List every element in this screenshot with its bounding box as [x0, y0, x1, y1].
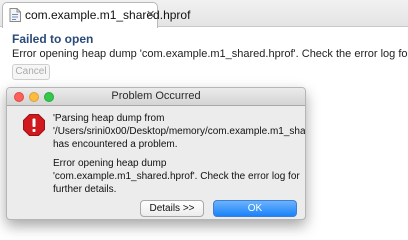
dialog-message-primary: 'Parsing heap dump from '/Users/srini0x0…: [53, 113, 306, 150]
details-button[interactable]: Details >>: [140, 200, 204, 217]
ok-button[interactable]: OK: [213, 200, 297, 217]
error-message: Error opening heap dump 'com.example.m1_…: [12, 48, 408, 60]
dialog-titlebar[interactable]: Problem Occurred: [7, 88, 305, 106]
error-octagon-icon: [23, 114, 45, 136]
problem-dialog: Problem Occurred 'Parsing heap dump from…: [6, 87, 306, 220]
tab-hprof-file[interactable]: com.example.m1_shared.hprof ✕: [2, 2, 190, 28]
dialog-message-secondary: Error opening heap dump 'com.example.m1_…: [53, 158, 300, 195]
editor-tab-strip: com.example.m1_shared.hprof ✕: [0, 0, 408, 28]
page-title: Failed to open: [12, 32, 94, 46]
close-icon[interactable]: ✕: [146, 9, 155, 21]
dialog-title: Problem Occurred: [111, 90, 201, 102]
cancel-button[interactable]: Cancel: [12, 64, 50, 80]
tab-label: com.example.m1_shared.hprof: [25, 8, 191, 22]
file-icon: [9, 8, 21, 22]
